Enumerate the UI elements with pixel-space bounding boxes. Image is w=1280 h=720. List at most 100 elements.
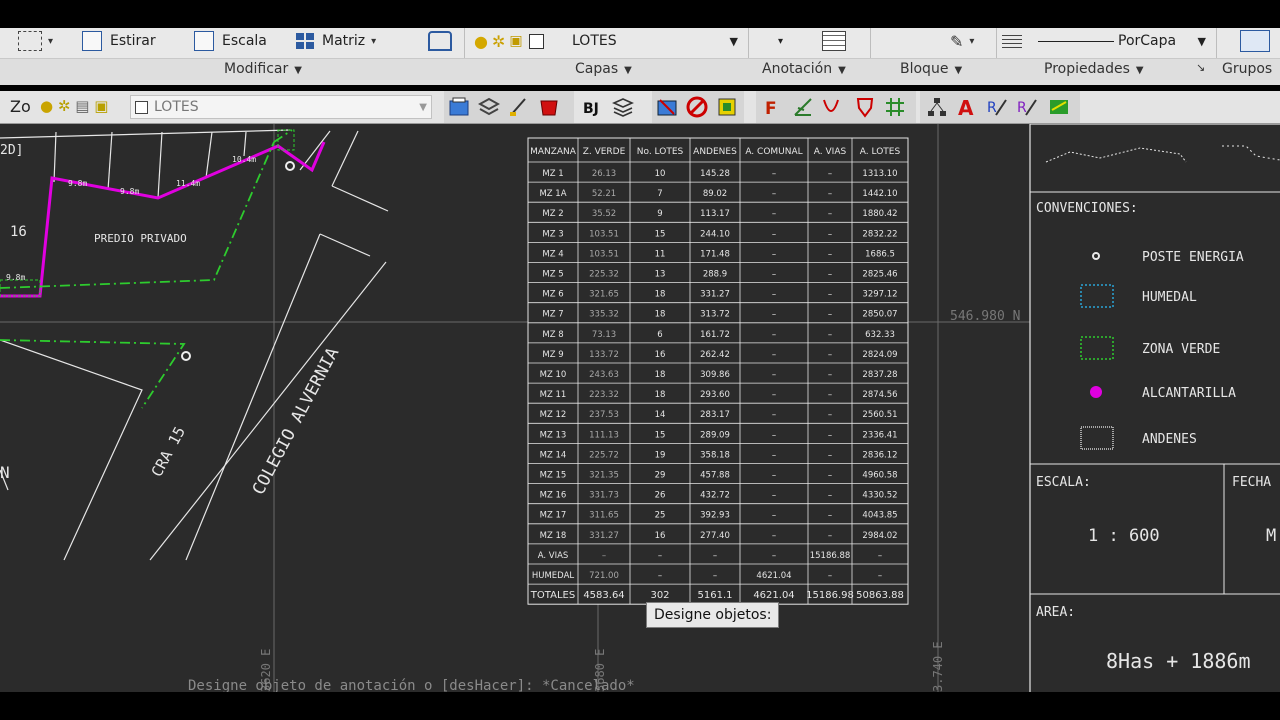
table-cell: –: [878, 551, 882, 561]
table-cell: 111.13: [589, 430, 619, 440]
grid-tool-icon[interactable]: [884, 96, 906, 118]
scale-button[interactable]: Escala: [194, 30, 267, 52]
table-cell: –: [772, 410, 776, 420]
panel-groups[interactable]: Grupos: [1222, 61, 1272, 77]
table-cell: –: [658, 571, 662, 581]
table-cell: –: [772, 229, 776, 239]
linetype-icon: [1002, 34, 1022, 48]
scale-icon: [194, 31, 214, 51]
panel-modify[interactable]: Modificar ▼: [224, 61, 302, 77]
lock-icon: ▣: [94, 97, 109, 115]
make-current-icon[interactable]: [508, 96, 530, 118]
table-cell: –: [828, 350, 832, 360]
area-label: AREA:: [1036, 605, 1075, 620]
layer-isolate-icon[interactable]: [538, 96, 560, 118]
match-properties-button[interactable]: ✎ ▾: [950, 30, 974, 52]
cad-drawing[interactable]: 2D] 16 PREDIO PRIVADO 9.8m 9.8m 9.8m 11.…: [0, 124, 1280, 692]
table-cell: 4621.04: [756, 571, 791, 581]
layer-states-icon[interactable]: [477, 96, 501, 118]
layer-off-icon[interactable]: [686, 96, 708, 118]
align-tool-icon[interactable]: [1048, 96, 1070, 118]
table-cell: 35.52: [592, 209, 616, 219]
layers-toolbar: Zo ● ✲ ▤ ▣ LOTES ▼ BJ F A R R: [0, 91, 1280, 124]
layer-properties-icon[interactable]: [448, 96, 470, 118]
edit-text-icon[interactable]: R: [986, 96, 1008, 118]
shield-tool-icon[interactable]: [854, 96, 876, 118]
wetland-swatch-icon: [1080, 284, 1114, 308]
layer-freeze-icon[interactable]: [656, 96, 678, 118]
lightbulb-icon: ●: [40, 97, 54, 115]
table-header-cell: A. VIAS: [814, 147, 847, 157]
table-cell: 2836.12: [862, 450, 897, 460]
table-cell: 331.27: [589, 531, 619, 541]
hierarchy-tool-icon[interactable]: [926, 96, 948, 118]
sidewalk-swatch-icon: [1080, 426, 1114, 450]
table-cell: 225.72: [589, 450, 619, 460]
table-cell: 2850.07: [862, 310, 897, 320]
layer-state-icons[interactable]: ● ✲ ▣: [474, 30, 544, 52]
table-cell: 7: [657, 189, 662, 199]
table-cell: 331.73: [589, 491, 619, 501]
layer-dropdown[interactable]: LOTES ▼: [572, 30, 742, 52]
ribbon-panel-titles: Modificar ▼ Capas ▼ Anotación ▼ Bloque ▼ Pro…: [0, 58, 1280, 85]
f-tool-icon[interactable]: F: [762, 96, 784, 119]
dim-text-icon[interactable]: R: [1016, 96, 1038, 118]
layer-dropdown-2-value: LOTES: [154, 99, 199, 115]
layer-state-icons-2[interactable]: ● ✲ ▤ ▣: [40, 97, 108, 115]
table-cell: 4621.04: [753, 590, 794, 601]
svg-text:R: R: [1017, 100, 1027, 116]
svg-text:F: F: [765, 99, 777, 118]
table-cell: 321.65: [589, 290, 619, 300]
bold-layer-icon[interactable]: BJ: [582, 96, 604, 118]
layer-lock-icon[interactable]: [716, 96, 738, 118]
chevron-down-icon: ▾: [778, 35, 784, 47]
trim-tool-button[interactable]: ▾: [18, 30, 53, 52]
table-cell: 311.65: [589, 511, 619, 521]
legend-item-label: HUMEDAL: [1142, 290, 1197, 305]
table-cell: MZ 1: [542, 169, 563, 179]
label-2d: 2D]: [0, 143, 23, 158]
layer-dropdown-2[interactable]: LOTES ▼: [130, 95, 432, 119]
text-style-icon[interactable]: A: [956, 96, 978, 120]
table-cell: 133.72: [589, 350, 619, 360]
panel-layers[interactable]: Capas ▼: [575, 61, 632, 77]
layer-walk-icon[interactable]: [612, 96, 634, 118]
panel-annotation[interactable]: Anotación ▼: [762, 61, 846, 77]
table-cell: 2984.02: [862, 531, 897, 541]
panel-annotation-label: Anotación: [762, 61, 833, 77]
stretch-button[interactable]: Estirar: [82, 30, 156, 52]
table-cell: MZ 16: [540, 491, 567, 501]
table-cell: –: [828, 330, 832, 340]
table-cell: MZ 4: [542, 249, 563, 259]
summary-table[interactable]: MANZANA Z. VERDE No. LOTES ANDENES A. COMUNA…: [527, 137, 909, 605]
stretch-label: Estirar: [110, 33, 156, 49]
linetype-icon-button[interactable]: [1002, 30, 1022, 52]
table-cell: 73.13: [592, 330, 616, 340]
drawing-canvas[interactable]: 2D] 16 PREDIO PRIVADO 9.8m 9.8m 9.8m 11.…: [0, 124, 1280, 694]
table-button[interactable]: [822, 30, 846, 52]
chevron-down-icon: ▼: [954, 65, 963, 76]
panel-properties-launcher[interactable]: ↘: [1196, 61, 1205, 74]
table-cell: 2336.41: [862, 430, 897, 440]
print-icon: ▤: [75, 97, 90, 115]
arc-tool-icon[interactable]: [820, 96, 842, 118]
graph-tool-icon[interactable]: [792, 96, 814, 118]
group-button[interactable]: [1240, 30, 1270, 52]
table-cell: 302: [650, 590, 669, 601]
table-cell: –: [772, 270, 776, 280]
panel-block[interactable]: Bloque ▼: [900, 61, 962, 77]
table-cell: 103.51: [589, 229, 619, 239]
table-cell: –: [828, 189, 832, 199]
panel-properties[interactable]: Propiedades ▼: [1044, 61, 1144, 77]
copy-clip-button[interactable]: [428, 30, 452, 52]
table-cell: 10: [655, 169, 666, 179]
chevron-down-icon: ▼: [294, 65, 302, 76]
lineweight-dropdown[interactable]: PorCapa ▼: [1032, 30, 1210, 52]
zoom-button[interactable]: Zo: [10, 97, 31, 116]
annotation-dropdown[interactable]: ▾: [778, 30, 783, 52]
table-cell: 1880.42: [862, 209, 897, 219]
legend-item-label: ANDENES: [1142, 432, 1197, 447]
label-lot-length: 9.8m: [120, 187, 139, 196]
table-cell: 243.63: [589, 370, 619, 380]
array-button[interactable]: Matriz ▾: [296, 30, 376, 52]
